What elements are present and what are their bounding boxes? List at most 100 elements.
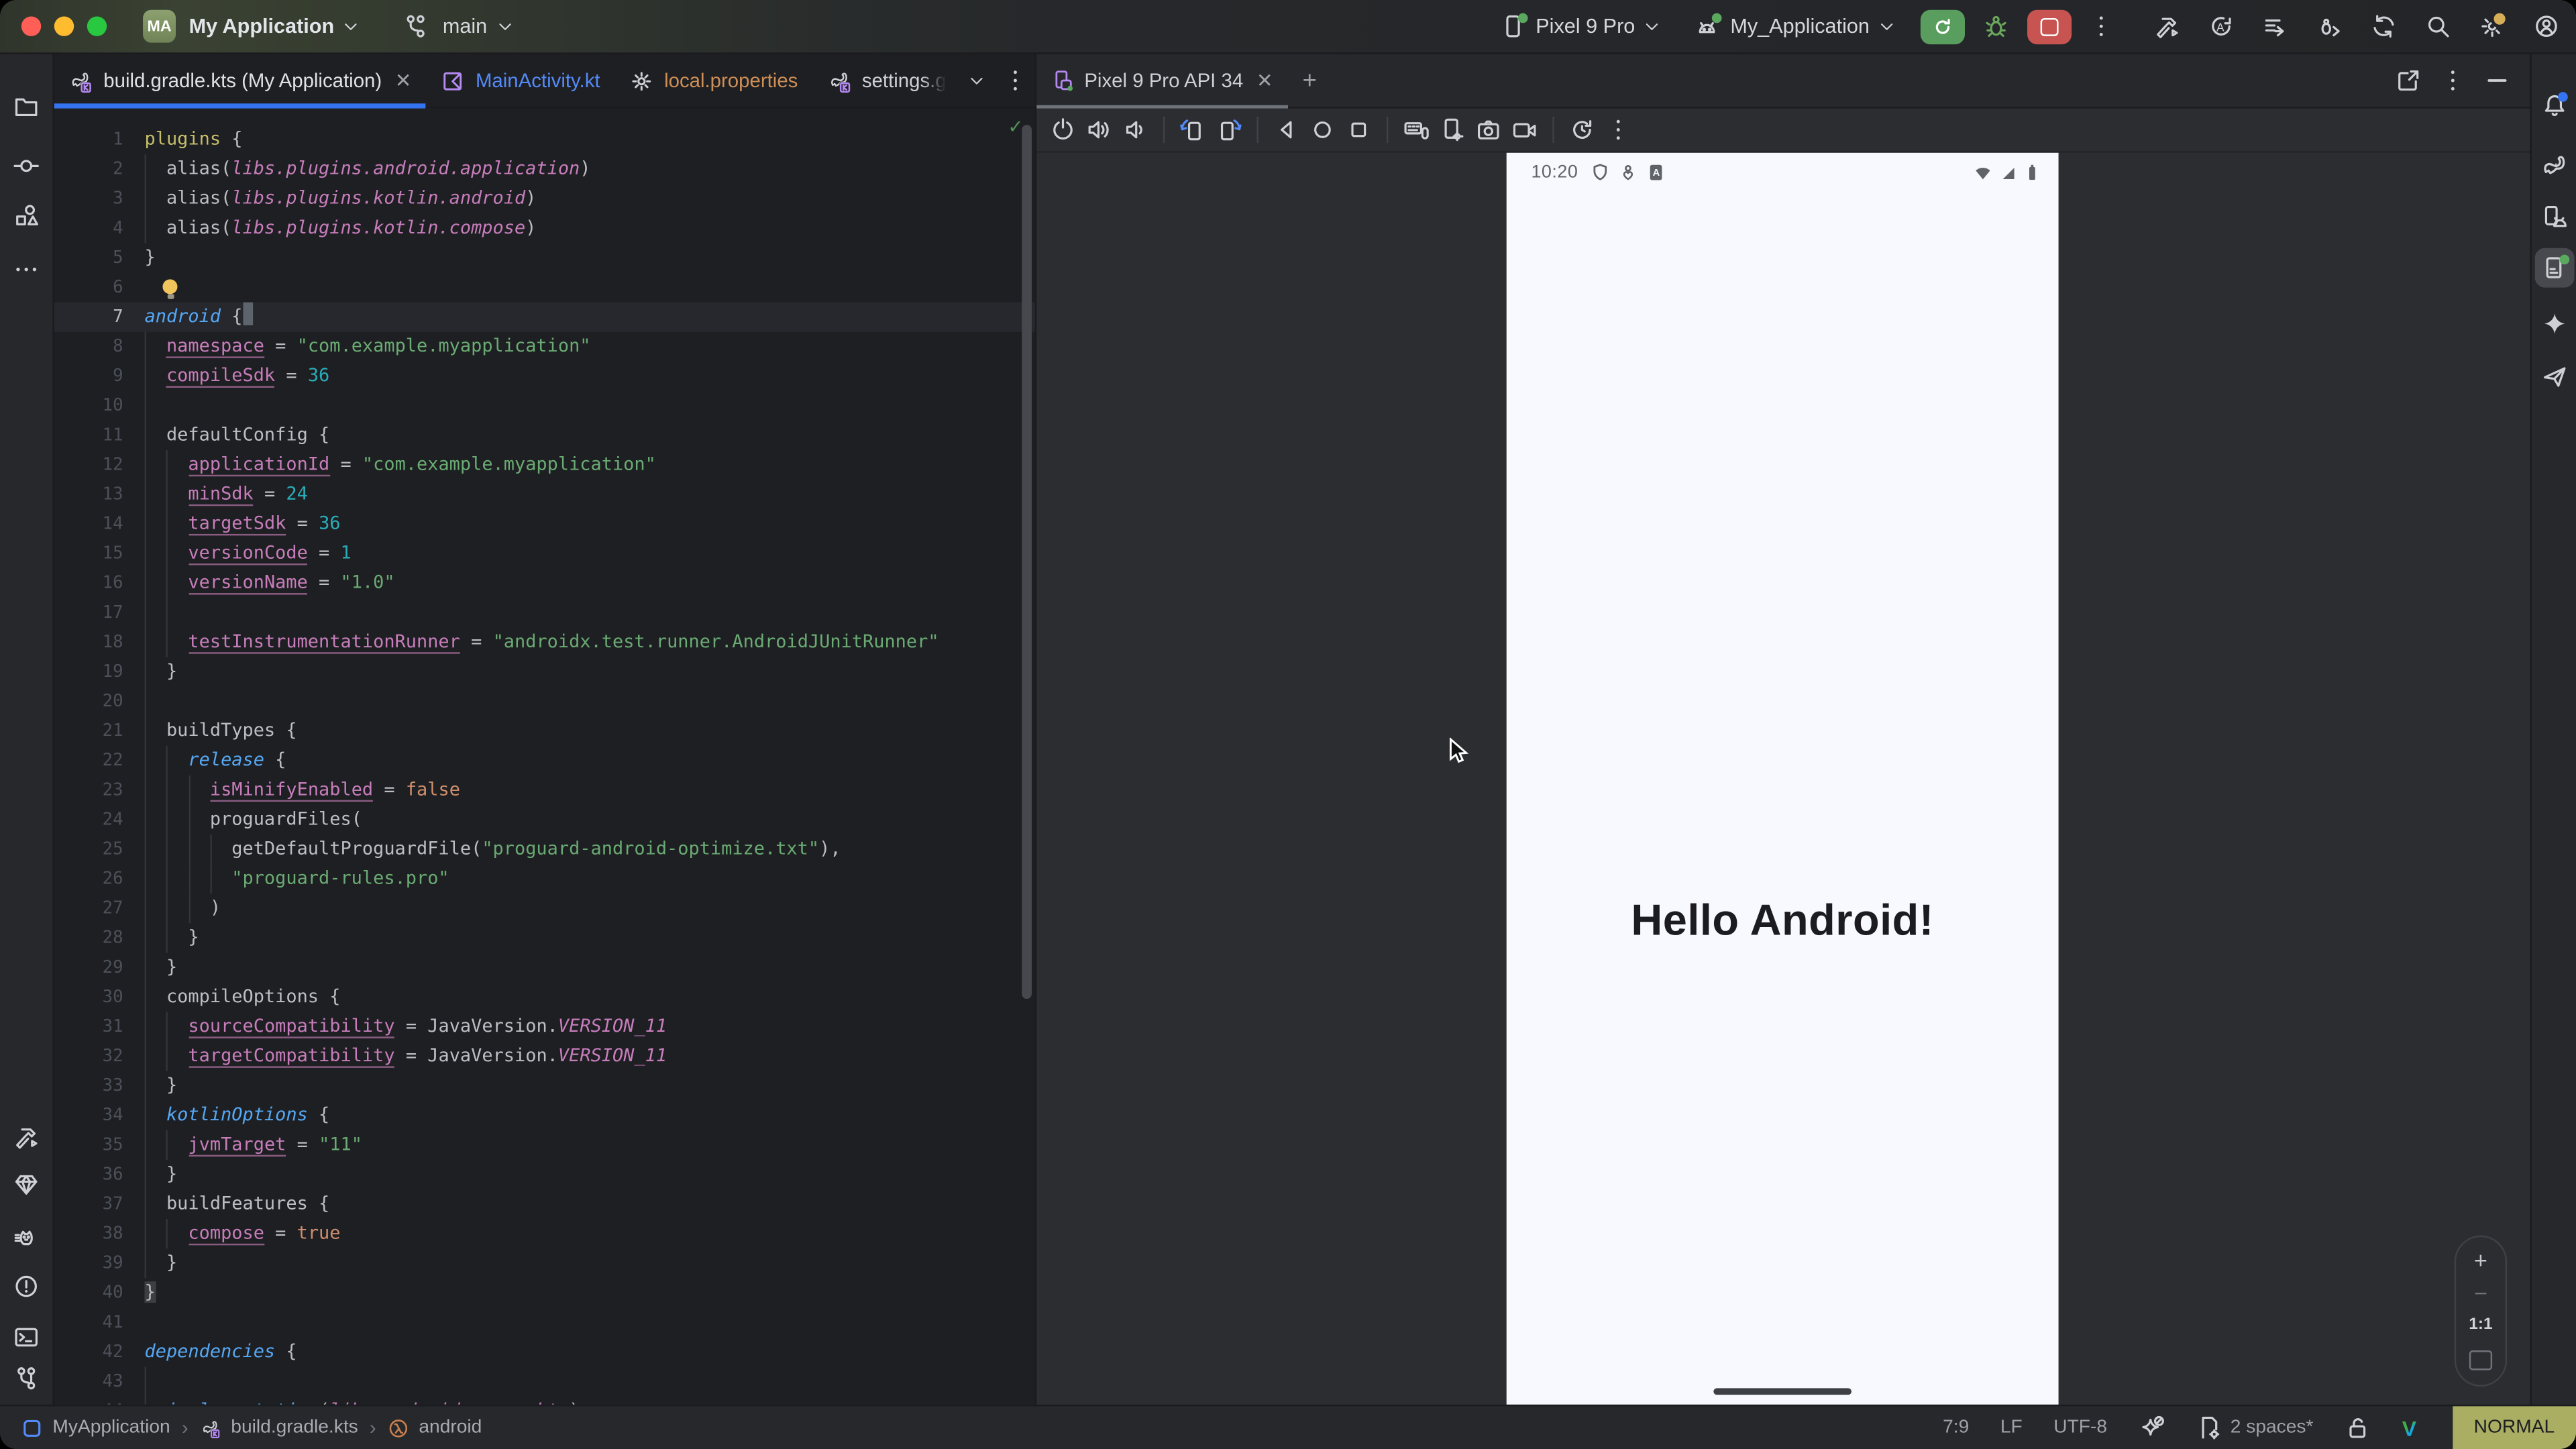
- volume-up-icon[interactable]: [1086, 117, 1112, 143]
- hide-icon[interactable]: [2484, 67, 2510, 93]
- more-tools-tool-button[interactable]: [7, 250, 46, 289]
- zoom-window-button[interactable]: [87, 16, 107, 36]
- screenshot-icon[interactable]: [1475, 117, 1501, 143]
- code-line: 16 versionName = "1.0": [54, 568, 1035, 598]
- editor-tab[interactable]: local.properties: [615, 54, 813, 107]
- back-icon[interactable]: [1273, 117, 1299, 143]
- snapshot-reset-icon[interactable]: [1569, 117, 1595, 143]
- lock-open-icon[interactable]: [2345, 1415, 2371, 1441]
- plane-tool-button[interactable]: [2534, 356, 2574, 396]
- hardware-input-icon[interactable]: [1403, 117, 1429, 143]
- notifications-tool-button[interactable]: [2534, 85, 2574, 125]
- minimize-window-button[interactable]: [54, 16, 74, 36]
- inspections-ok-icon[interactable]: ✓: [1009, 115, 1022, 140]
- zoom-in-button[interactable]: +: [2474, 1252, 2487, 1268]
- status-bar-right: 7:9 LF UTF-8 2 spaces* V NORMAL: [1943, 1405, 2576, 1449]
- tab-label: settings.g: [862, 69, 947, 92]
- attach-debugger-icon[interactable]: [2316, 13, 2343, 40]
- gradle-file-icon: [200, 1417, 221, 1438]
- gradle-tool-button[interactable]: [2534, 145, 2574, 184]
- close-device-tab-icon[interactable]: ✕: [1256, 69, 1273, 92]
- problems-tool-button[interactable]: [7, 1267, 46, 1306]
- apply-changes-icon[interactable]: A: [2208, 13, 2234, 40]
- add-device-tab-button[interactable]: +: [1288, 54, 1332, 107]
- zoom-out-button[interactable]: −: [2474, 1284, 2487, 1300]
- chevron-down-icon[interactable]: [968, 72, 986, 90]
- logcat-tool-button[interactable]: [7, 1219, 46, 1258]
- editor-scrollbar[interactable]: [1022, 125, 1032, 999]
- app-insights-tool-button[interactable]: [7, 1165, 46, 1204]
- gesture-handle[interactable]: [1713, 1388, 1851, 1395]
- rotate-left-icon[interactable]: [1179, 117, 1205, 143]
- rotate-right-icon[interactable]: [1216, 117, 1242, 143]
- left-tool-stripe: [0, 54, 54, 1405]
- fit-screen-button[interactable]: [2469, 1350, 2492, 1370]
- run-config-label: My_Application: [1730, 15, 1870, 38]
- settings-icon[interactable]: [2479, 13, 2506, 40]
- running-devices-tool-button[interactable]: [2534, 248, 2574, 288]
- code-line: 19 }: [54, 657, 1035, 687]
- git-branch-tool-button[interactable]: [7, 1358, 46, 1398]
- more-run-options-button[interactable]: [2088, 13, 2114, 40]
- project-folder-tool-button[interactable]: [7, 87, 46, 127]
- privacy-icon: [1617, 162, 1637, 182]
- power-icon[interactable]: [1050, 117, 1076, 143]
- code-line: 8 namespace = "com.example.myapplication…: [54, 332, 1035, 362]
- editor-tab[interactable]: settings.g: [812, 54, 961, 107]
- breadcrumb-item[interactable]: MyApplication: [21, 1417, 170, 1438]
- overview-icon[interactable]: [1346, 117, 1372, 143]
- code-line: 11 defaultConfig {: [54, 421, 1035, 450]
- resource-manager-tool-button[interactable]: [7, 195, 46, 235]
- encoding[interactable]: UTF-8: [2053, 1417, 2107, 1437]
- project-selector[interactable]: My Application: [176, 15, 360, 38]
- code-line: 30 compileOptions {: [54, 982, 1035, 1012]
- build-hammer-icon[interactable]: [2154, 13, 2180, 40]
- more-icon[interactable]: [2440, 67, 2466, 93]
- code-line: 2 alias(libs.plugins.android.application…: [54, 154, 1035, 184]
- close-window-button[interactable]: [21, 16, 41, 36]
- build-hammer-tool-button[interactable]: [7, 1117, 46, 1157]
- more-icon[interactable]: [1605, 117, 1631, 143]
- rerun-button[interactable]: [1921, 9, 1965, 43]
- code-editor[interactable]: 1plugins {2 alias(libs.plugins.android.a…: [54, 109, 1035, 1405]
- editor-tab[interactable]: build.gradle.kts (My Application)✕: [54, 54, 427, 107]
- project-folder-icon: [13, 94, 40, 120]
- run-configuration-selector[interactable]: My_Application: [1694, 13, 1896, 40]
- breadcrumb-item[interactable]: android: [388, 1417, 482, 1438]
- screen-record-icon[interactable]: [1511, 117, 1538, 143]
- title-bar: MA My Application main Pixel 9 Pro My_Ap…: [0, 0, 2576, 54]
- code-line: 22 release {: [54, 746, 1035, 775]
- terminal-tool-button[interactable]: [7, 1318, 46, 1357]
- debug-button[interactable]: [1983, 13, 2009, 40]
- ai-disabled-icon[interactable]: [2139, 1415, 2165, 1441]
- line-ending[interactable]: LF: [2000, 1417, 2023, 1437]
- more-vertical-icon[interactable]: [1002, 67, 1028, 93]
- device-manager-icon: [2540, 204, 2567, 230]
- breadcrumb-item[interactable]: build.gradle.kts: [200, 1417, 358, 1438]
- profile-icon[interactable]: [2533, 13, 2559, 40]
- device-manager-tool-button[interactable]: [2534, 197, 2574, 237]
- gradle-sync-icon[interactable]: [2371, 13, 2397, 40]
- device-tab[interactable]: Pixel 9 Pro API 34 ✕: [1036, 54, 1287, 107]
- vim-icon[interactable]: V: [2402, 1415, 2416, 1440]
- gemini-tool-button[interactable]: [2534, 304, 2574, 343]
- code-line: 5}: [54, 243, 1035, 272]
- zoom-actual-size-button[interactable]: 1:1: [2469, 1316, 2492, 1334]
- editor-tab[interactable]: MainActivity.kt: [426, 54, 614, 107]
- volume-down-icon[interactable]: [1122, 117, 1148, 143]
- device-settings-icon[interactable]: [1439, 117, 1465, 143]
- intention-bulb-icon[interactable]: [162, 278, 177, 293]
- caret-position[interactable]: 7:9: [1943, 1417, 1969, 1437]
- close-tab-icon[interactable]: ✕: [395, 69, 412, 92]
- device-screen[interactable]: 10:20 A Hello Android!: [1507, 153, 2059, 1405]
- indent-widget[interactable]: 2 spaces*: [2196, 1415, 2313, 1441]
- device-selector[interactable]: Pixel 9 Pro: [1499, 13, 1661, 40]
- home-icon[interactable]: [1309, 117, 1336, 143]
- commit-tool-button[interactable]: [7, 146, 46, 186]
- search-icon[interactable]: [2425, 13, 2451, 40]
- gradle-file-icon: [827, 68, 852, 93]
- branch-selector[interactable]: main: [403, 13, 513, 40]
- stop-button[interactable]: [2027, 9, 2072, 43]
- open-in-window-icon[interactable]: [2396, 67, 2422, 93]
- apply-code-changes-icon[interactable]: [2262, 13, 2288, 40]
